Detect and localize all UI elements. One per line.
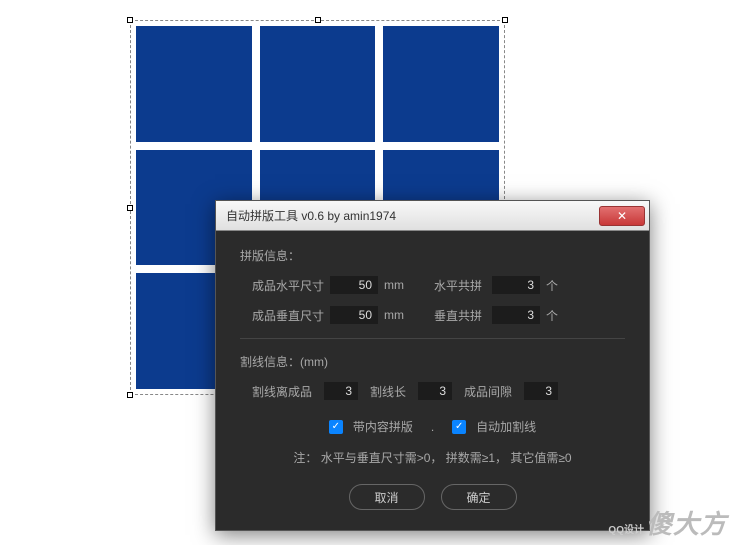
checkbox-row: ✓ 带内容拼版 . ✓ 自动加割线 [240,418,625,435]
row-cutline: 割线离成品 割线长 成品间隙 [240,382,625,400]
cut-offset-input[interactable] [324,382,358,400]
unit-mm: mm [384,308,404,322]
v-count-label: 垂直共拼 [434,307,492,324]
close-button[interactable]: ✕ [599,206,645,226]
watermark-big: 傻大方 [646,509,727,539]
resize-handle-bl[interactable] [127,392,133,398]
separator [240,338,625,339]
section-cut-title: 割线信息：(mm) [240,353,625,370]
resize-handle-ml[interactable] [127,205,133,211]
watermark-small: QQ设计 [608,525,644,536]
height-label: 成品垂直尺寸 [252,307,330,324]
cancel-button[interactable]: 取消 [349,484,425,510]
height-input[interactable] [330,306,378,324]
h-count-input[interactable] [492,276,540,294]
grid-cell [260,26,376,142]
grid-cell [136,26,252,142]
cut-len-input[interactable] [418,382,452,400]
resize-handle-tm[interactable] [315,17,321,23]
unit-mm: mm [384,278,404,292]
section-layout-title: 拼版信息： [240,247,625,264]
row-height: 成品垂直尺寸 mm 垂直共拼 个 [240,306,625,324]
grid-cell [383,26,499,142]
note-text: 注： 水平与垂直尺寸需>0， 拼数需≥1， 其它值需≥0 [240,449,625,466]
dot-separator: . [431,420,434,434]
chk-auto-cut-label: 自动加割线 [476,418,536,435]
cut-len-label: 割线长 [370,383,406,400]
row-width: 成品水平尺寸 mm 水平共拼 个 [240,276,625,294]
unit-count: 个 [546,277,558,294]
checkbox-auto-cut[interactable]: ✓ [452,420,466,434]
ok-button[interactable]: 确定 [441,484,517,510]
gap-label: 成品间隙 [464,383,512,400]
close-icon: ✕ [617,209,627,223]
watermark: QQ设计傻大方 [608,504,727,541]
h-count-label: 水平共拼 [434,277,492,294]
resize-handle-tl[interactable] [127,17,133,23]
button-row: 取消 确定 [240,484,625,510]
titlebar[interactable]: 自动拼版工具 v0.6 by amin1974 ✕ [216,201,649,231]
gap-input[interactable] [524,382,558,400]
width-label: 成品水平尺寸 [252,277,330,294]
window-title: 自动拼版工具 v0.6 by amin1974 [226,207,599,224]
checkbox-with-content[interactable]: ✓ [329,420,343,434]
chk-with-content-label: 带内容拼版 [353,418,413,435]
v-count-input[interactable] [492,306,540,324]
unit-count: 个 [546,307,558,324]
imposition-dialog: 自动拼版工具 v0.6 by amin1974 ✕ 拼版信息： 成品水平尺寸 m… [215,200,650,531]
resize-handle-tr[interactable] [502,17,508,23]
cut-offset-label: 割线离成品 [252,383,312,400]
width-input[interactable] [330,276,378,294]
dialog-body: 拼版信息： 成品水平尺寸 mm 水平共拼 个 成品垂直尺寸 mm 垂直共拼 个 … [216,231,649,530]
